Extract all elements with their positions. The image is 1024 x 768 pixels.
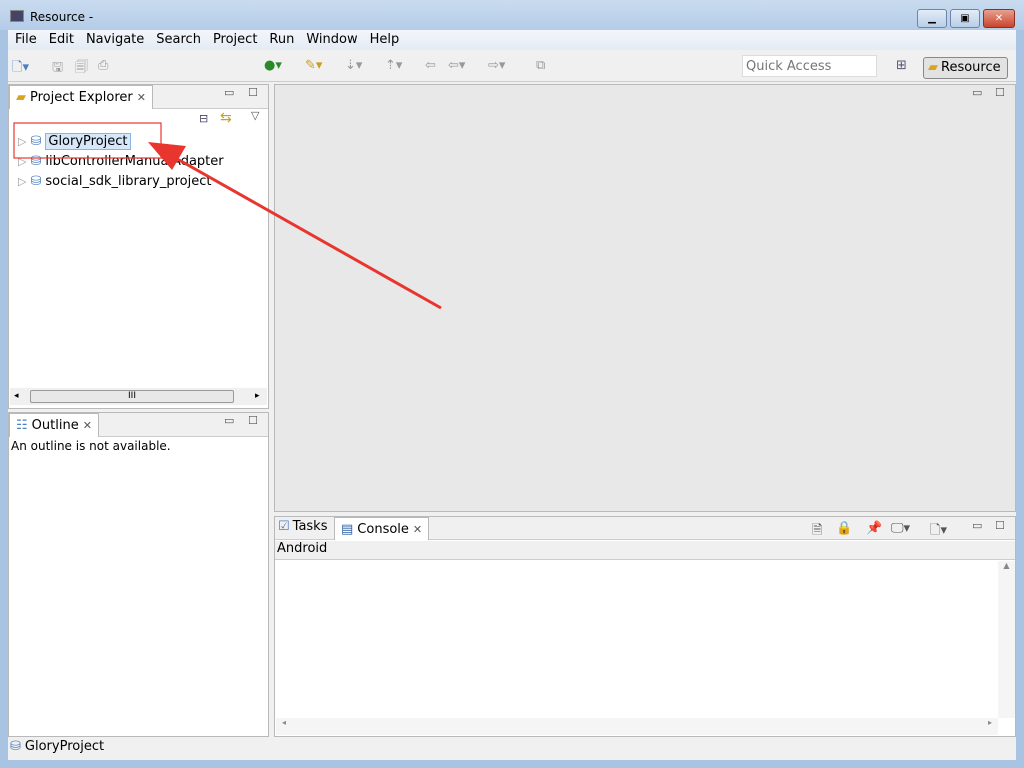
annotation-arrow: [171, 154, 442, 310]
arrow-head: [148, 142, 186, 170]
highlight-box: [13, 122, 162, 159]
annotation-overlay: [13, 122, 442, 310]
